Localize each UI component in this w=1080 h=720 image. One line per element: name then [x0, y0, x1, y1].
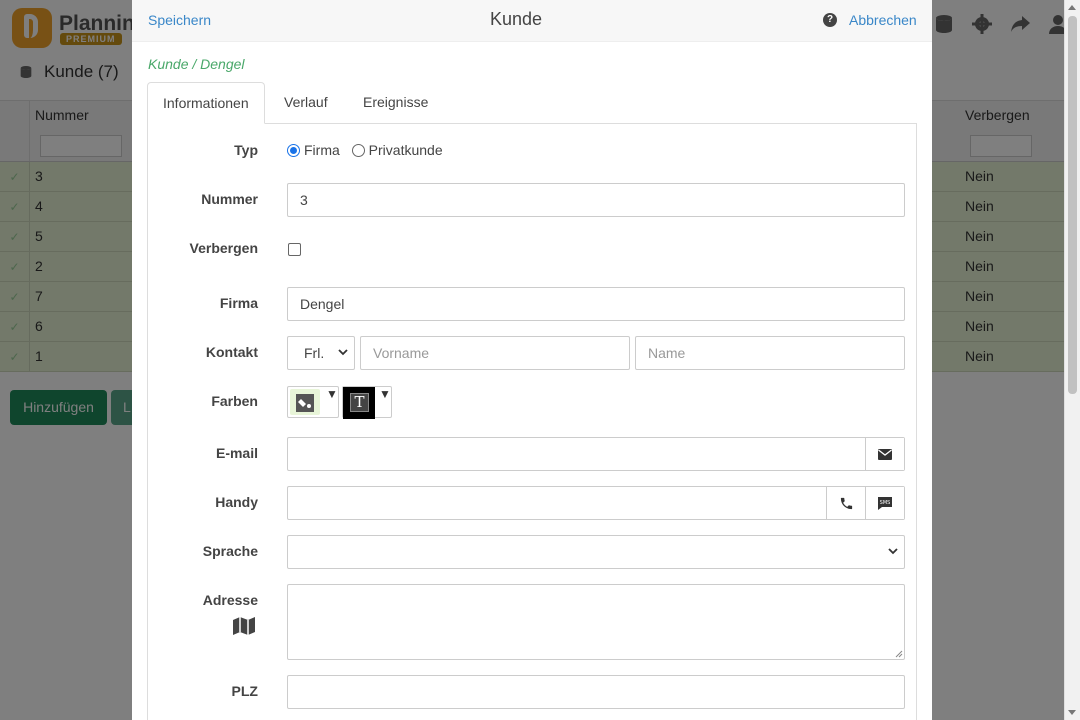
number-label: Nummer [201, 191, 258, 207]
customer-dialog: Speichern Kunde ? Abbrechen Kunde / Deng… [132, 0, 932, 720]
tab-verlauf[interactable]: Verlauf [269, 82, 343, 124]
tab-bar: Informationen Verlauf Ereignisse [147, 82, 917, 124]
caret-down-icon: ▼ [379, 387, 391, 401]
dialog-header: Speichern Kunde ? Abbrechen [132, 0, 932, 42]
type-label: Typ [234, 142, 258, 158]
color-pickers: ▼ T ▼ [287, 385, 397, 419]
language-select[interactable] [287, 535, 905, 569]
email-field[interactable] [287, 437, 905, 471]
number-field[interactable]: 3 [287, 183, 905, 217]
salutation-select[interactable]: Frl. [287, 336, 355, 370]
zip-field[interactable] [287, 675, 905, 709]
tab-ereignisse[interactable]: Ereignisse [348, 82, 443, 124]
envelope-icon [878, 448, 892, 460]
chevron-down-icon [338, 349, 348, 356]
colors-label: Farben [211, 393, 258, 409]
breadcrumb: Kunde / Dengel [148, 56, 245, 72]
scroll-thumb[interactable] [1068, 16, 1077, 394]
map-icon[interactable] [233, 617, 257, 635]
text-color-picker[interactable]: T ▼ [342, 386, 392, 419]
hide-checkbox[interactable] [288, 243, 301, 256]
tab-panel-informationen: Typ Firma Privatkunde Nummer 3 Verbergen… [147, 123, 917, 720]
chevron-down-icon [888, 548, 898, 555]
address-textarea[interactable] [287, 584, 905, 660]
page-scrollbar[interactable] [1064, 0, 1080, 720]
first-name-field[interactable]: Vorname [360, 336, 630, 370]
zip-label: PLZ [231, 683, 258, 699]
sms-icon: SMS [878, 496, 892, 510]
send-email-button[interactable] [865, 438, 904, 470]
type-radio-group: Firma Privatkunde [287, 142, 443, 158]
type-option-private[interactable]: Privatkunde [351, 142, 443, 158]
company-field[interactable]: Dengel [287, 287, 905, 321]
type-option-company[interactable]: Firma [287, 142, 340, 158]
language-label: Sprache [202, 543, 258, 559]
paint-bucket-icon [296, 394, 314, 412]
last-name-field[interactable]: Name [635, 336, 905, 370]
help-icon[interactable]: ? [823, 13, 837, 27]
mobile-label: Handy [215, 494, 258, 510]
sms-button[interactable]: SMS [865, 487, 904, 519]
caret-down-icon: ▼ [326, 387, 338, 401]
company-label: Firma [219, 295, 258, 311]
dialog-title: Kunde [489, 9, 543, 29]
mobile-field[interactable]: SMS [287, 486, 905, 520]
tab-informationen[interactable]: Informationen [147, 82, 265, 124]
phone-icon [840, 497, 852, 509]
text-format-icon: T [350, 393, 369, 412]
call-button[interactable] [826, 487, 865, 519]
svg-text:SMS: SMS [880, 500, 891, 506]
resize-handle-icon[interactable] [895, 650, 903, 658]
radio-icon[interactable] [351, 144, 365, 157]
hide-label: Verbergen [189, 240, 258, 256]
cancel-button[interactable]: Abbrechen [849, 12, 917, 28]
radio-selected-icon[interactable] [287, 144, 300, 157]
email-label: E-mail [215, 445, 258, 461]
background-color-picker[interactable]: ▼ [287, 386, 339, 418]
contact-label: Kontakt [205, 344, 258, 360]
scroll-down-icon[interactable] [1068, 710, 1076, 715]
address-label: Adresse [202, 592, 258, 608]
scroll-up-icon[interactable] [1068, 5, 1076, 10]
